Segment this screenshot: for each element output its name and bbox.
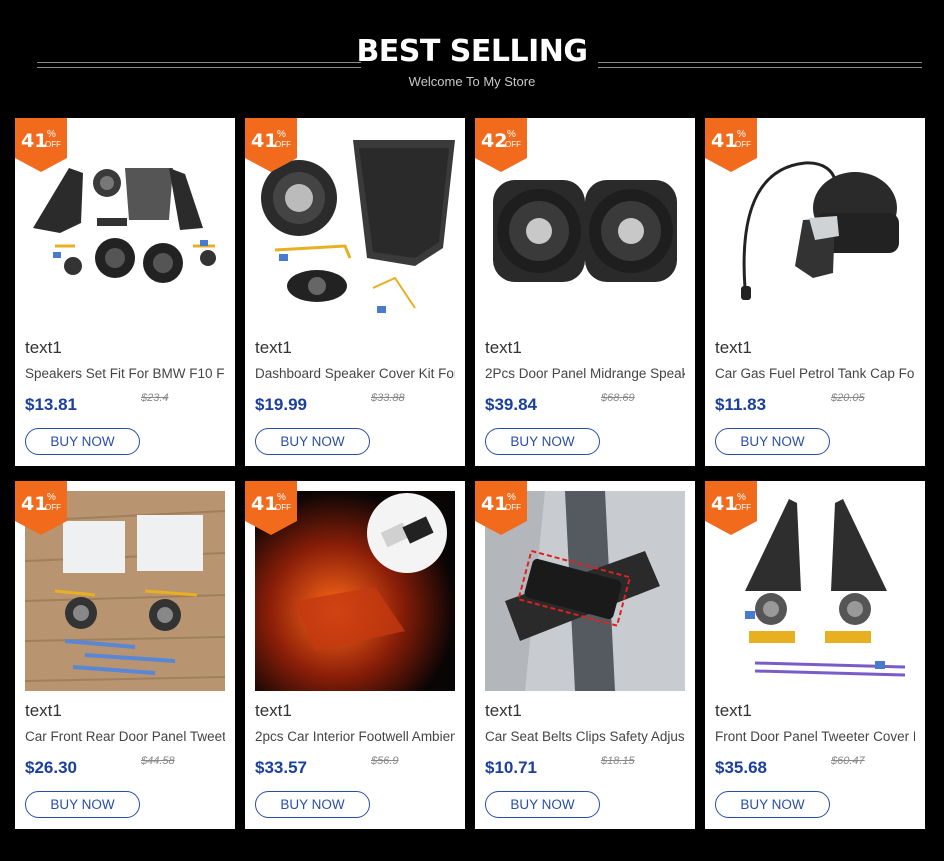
discount-percent: % bbox=[47, 129, 56, 140]
discount-value: 41 bbox=[711, 130, 738, 152]
product-card[interactable]: 41 % OFF text1 Car Gas Fuel Petrol Tank … bbox=[705, 118, 925, 466]
buy-now-button[interactable]: BUY NOW bbox=[485, 791, 600, 818]
discount-off: OFF bbox=[735, 503, 751, 512]
product-price: $33.57 bbox=[255, 758, 307, 777]
original-price: $68.69 bbox=[601, 392, 635, 404]
store-header: BEST SELLING Welcome To My Store bbox=[0, 0, 944, 118]
product-description[interactable]: Car Gas Fuel Petrol Tank Cap For Bmw F10… bbox=[715, 366, 915, 386]
product-description[interactable]: 2Pcs Door Panel Midrange Speaker For BMW… bbox=[485, 366, 685, 386]
product-description[interactable]: Front Door Panel Tweeter Cover Kit For B… bbox=[715, 729, 915, 749]
discount-value: 41 bbox=[251, 493, 278, 515]
discount-off: OFF bbox=[275, 503, 291, 512]
product-description[interactable]: Car Seat Belts Clips Safety Adjustable A… bbox=[485, 729, 685, 749]
product-card[interactable]: 41 % OFF text1 Car Front Rear Door Panel… bbox=[15, 481, 235, 829]
discount-off: OFF bbox=[735, 140, 751, 149]
original-price: $60.47 bbox=[831, 755, 865, 767]
product-card[interactable]: 41 % OFF text1 Dashboard Speaker Cover K… bbox=[245, 118, 465, 466]
buy-now-button[interactable]: BUY NOW bbox=[485, 428, 600, 455]
discount-value: 41 bbox=[21, 493, 48, 515]
discount-badge: 41 % OFF bbox=[15, 118, 67, 172]
original-price: $44.58 bbox=[141, 755, 175, 767]
discount-value: 41 bbox=[481, 493, 508, 515]
product-card[interactable]: 42 % OFF text1 2Pcs Door Panel Midrange … bbox=[475, 118, 695, 466]
original-price: $33.88 bbox=[371, 392, 405, 404]
product-card[interactable]: 41 % OFF text1 2pcs Car Interior Footwel… bbox=[245, 481, 465, 829]
product-description[interactable]: Dashboard Speaker Cover Kit For Bmw F10 … bbox=[255, 366, 455, 386]
buy-now-button[interactable]: BUY NOW bbox=[25, 428, 140, 455]
product-price: $26.30 bbox=[25, 758, 77, 777]
discount-off: OFF bbox=[275, 140, 291, 149]
buy-now-button[interactable]: BUY NOW bbox=[715, 428, 830, 455]
page-subtitle: Welcome To My Store bbox=[408, 74, 536, 89]
original-price: $20.05 bbox=[831, 392, 865, 404]
buy-now-button[interactable]: BUY NOW bbox=[255, 791, 370, 818]
product-price: $35.68 bbox=[715, 758, 767, 777]
product-price: $19.99 bbox=[255, 395, 307, 414]
discount-value: 41 bbox=[21, 130, 48, 152]
product-price: $10.71 bbox=[485, 758, 537, 777]
buy-now-button[interactable]: BUY NOW bbox=[715, 791, 830, 818]
product-price: $13.81 bbox=[25, 395, 77, 414]
discount-percent: % bbox=[277, 129, 286, 140]
original-price: $56.9 bbox=[371, 755, 399, 767]
product-name[interactable]: text1 bbox=[25, 338, 62, 358]
discount-badge: 41 % OFF bbox=[705, 118, 757, 172]
discount-off: OFF bbox=[505, 503, 521, 512]
buy-now-button[interactable]: BUY NOW bbox=[25, 791, 140, 818]
original-price: $23.4 bbox=[141, 392, 169, 404]
discount-badge: 41 % OFF bbox=[475, 481, 527, 535]
discount-percent: % bbox=[47, 492, 56, 503]
product-price: $39.84 bbox=[485, 395, 537, 414]
discount-percent: % bbox=[737, 129, 746, 140]
discount-value: 41 bbox=[711, 493, 738, 515]
discount-percent: % bbox=[507, 492, 516, 503]
discount-value: 42 bbox=[481, 130, 508, 152]
discount-badge: 41 % OFF bbox=[15, 481, 67, 535]
product-name[interactable]: text1 bbox=[485, 338, 522, 358]
discount-value: 41 bbox=[251, 130, 278, 152]
discount-percent: % bbox=[277, 492, 286, 503]
discount-percent: % bbox=[737, 492, 746, 503]
product-name[interactable]: text1 bbox=[715, 338, 752, 358]
discount-off: OFF bbox=[45, 503, 61, 512]
product-name[interactable]: text1 bbox=[255, 338, 292, 358]
product-card[interactable]: 41 % OFF text1 Speakers Set Fit For BMW … bbox=[15, 118, 235, 466]
product-card[interactable]: 41 % OFF text1 Car Seat Belts Clips Safe… bbox=[475, 481, 695, 829]
discount-badge: 42 % OFF bbox=[475, 118, 527, 172]
product-name[interactable]: text1 bbox=[715, 701, 752, 721]
discount-badge: 41 % OFF bbox=[245, 118, 297, 172]
discount-percent: % bbox=[507, 129, 516, 140]
discount-badge: 41 % OFF bbox=[705, 481, 757, 535]
product-name[interactable]: text1 bbox=[25, 701, 62, 721]
product-name[interactable]: text1 bbox=[255, 701, 292, 721]
discount-off: OFF bbox=[45, 140, 61, 149]
product-description[interactable]: Speakers Set Fit For BMW F10 F11 5 Serie… bbox=[25, 366, 225, 386]
product-name[interactable]: text1 bbox=[485, 701, 522, 721]
discount-badge: 41 % OFF bbox=[245, 481, 297, 535]
header-divider-right bbox=[598, 62, 922, 68]
discount-off: OFF bbox=[505, 140, 521, 149]
product-price: $11.83 bbox=[715, 395, 767, 414]
product-description[interactable]: 2pcs Car Interior Footwell Ambient Light… bbox=[255, 729, 455, 749]
product-description[interactable]: Car Front Rear Door Panel Tweeter For Bm… bbox=[25, 729, 225, 749]
product-card[interactable]: 41 % OFF text1 Front Door Panel Tweeter … bbox=[705, 481, 925, 829]
original-price: $18.15 bbox=[601, 755, 635, 767]
buy-now-button[interactable]: BUY NOW bbox=[255, 428, 370, 455]
